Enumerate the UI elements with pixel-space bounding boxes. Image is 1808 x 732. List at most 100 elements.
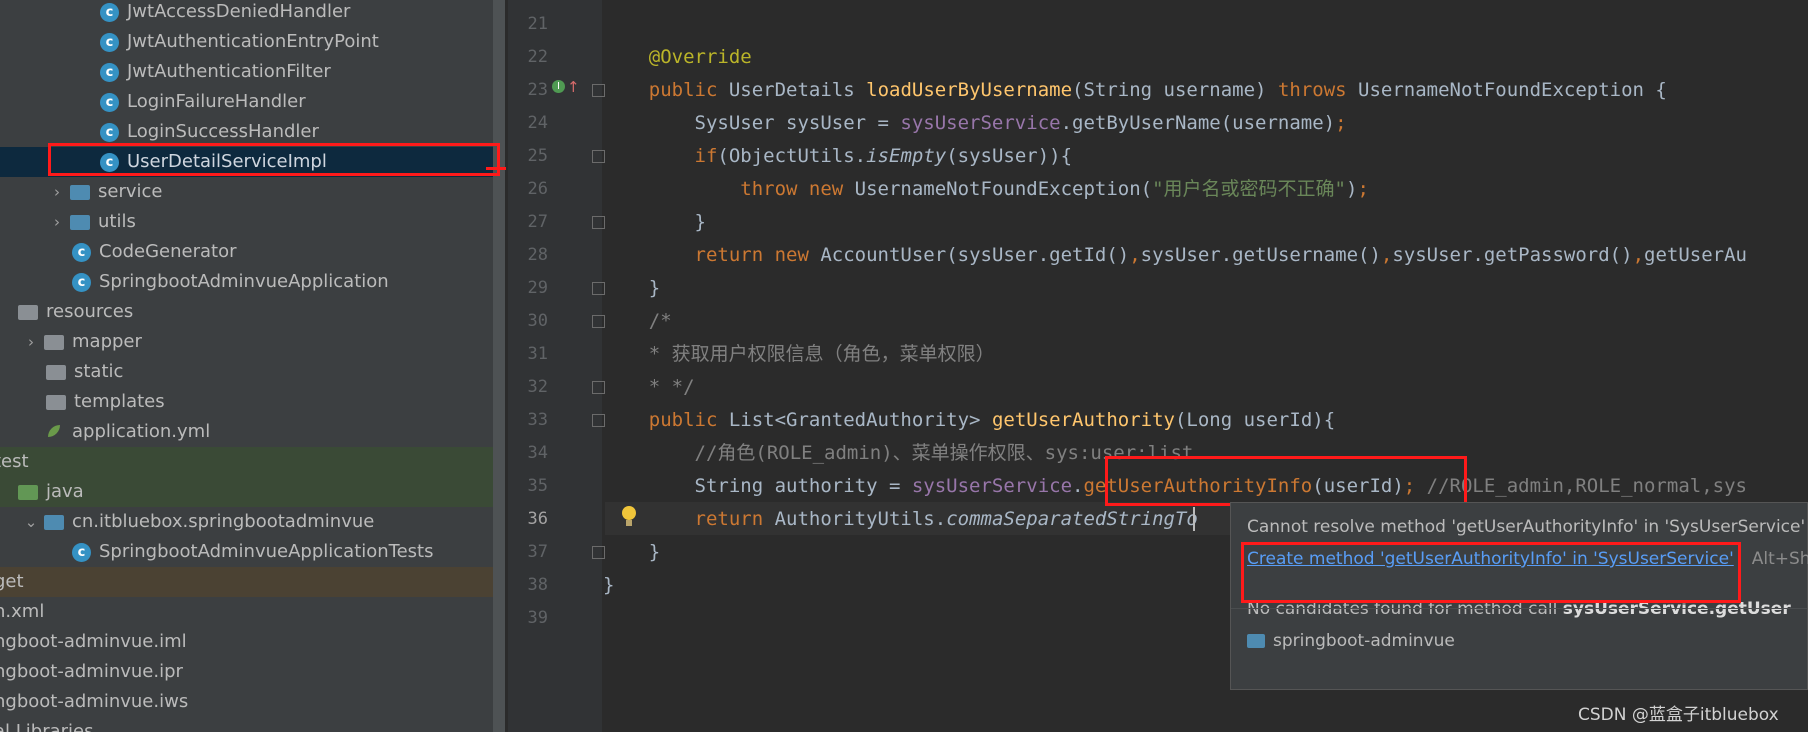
expand-arrow-icon[interactable]: ›: [50, 207, 64, 237]
tree-row[interactable]: ngboot-adminvue.iws: [0, 687, 505, 717]
line-number[interactable]: 32: [508, 371, 548, 404]
code-line[interactable]: }: [603, 569, 614, 602]
line-number[interactable]: 26: [508, 173, 548, 206]
code-line[interactable]: * */: [603, 371, 695, 404]
code-token: UsernameNotFoundException {: [1358, 79, 1667, 101]
code-line[interactable]: public List<GrantedAuthority> getUserAut…: [603, 404, 1335, 437]
expand-arrow-icon[interactable]: ⌄: [24, 507, 38, 537]
implements-method-icon[interactable]: I: [552, 80, 565, 93]
code-line[interactable]: }: [603, 272, 660, 305]
line-number[interactable]: 35: [508, 470, 548, 503]
error-message: Cannot resolve method 'getUserAuthorityI…: [1247, 517, 1806, 537]
code-line[interactable]: * 获取用户权限信息（角色，菜单权限）: [603, 338, 995, 371]
line-number[interactable]: 27: [508, 206, 548, 239]
class-icon: c: [100, 2, 119, 22]
class-icon: c: [72, 242, 91, 262]
fold-marker-icon[interactable]: [592, 84, 605, 97]
line-number[interactable]: 24: [508, 107, 548, 140]
line-number[interactable]: 36: [508, 503, 548, 536]
code-token: }: [603, 211, 706, 233]
tree-row-label: LoginFailureHandler: [127, 91, 306, 112]
tree-row[interactable]: java: [0, 477, 505, 507]
line-number[interactable]: 22: [508, 41, 548, 74]
line-number[interactable]: 28: [508, 239, 548, 272]
line-number[interactable]: 34: [508, 437, 548, 470]
resources-folder-icon: [18, 304, 38, 320]
tree-row-label: SpringbootAdminvueApplication: [99, 271, 389, 292]
line-number[interactable]: 33: [508, 404, 548, 437]
code-line[interactable]: public UserDetails loadUserByUsername(St…: [603, 74, 1667, 107]
tree-row-label: JwtAuthenticationEntryPoint: [127, 31, 379, 52]
project-tree-scrollbar[interactable]: [493, 0, 505, 732]
highlight-box-unresolved-method: [1105, 456, 1467, 506]
tree-row[interactable]: static: [0, 357, 505, 387]
code-line[interactable]: @Override: [603, 41, 752, 74]
code-line[interactable]: }: [603, 206, 706, 239]
expand-arrow-icon[interactable]: ›: [24, 327, 38, 357]
code-line[interactable]: /*: [603, 305, 672, 338]
tree-row[interactable]: get: [0, 567, 505, 597]
code-token: sysUserService: [911, 475, 1073, 497]
line-number[interactable]: 38: [508, 569, 548, 602]
code-line[interactable]: if(ObjectUtils.isEmpty(sysUser)){: [603, 140, 1073, 173]
tree-row[interactable]: n.xml: [0, 597, 505, 627]
tree-row[interactable]: › service: [0, 177, 505, 207]
code-line[interactable]: throw new UsernameNotFoundException("用户名…: [603, 173, 1369, 206]
code-token: ;: [1357, 178, 1369, 200]
tree-row-label: al Libraries: [0, 721, 94, 732]
action-shortcut: Alt+Sh: [1751, 549, 1808, 569]
fold-marker-icon[interactable]: [592, 315, 605, 328]
code-token: * */: [648, 376, 695, 398]
code-token: (Long userId){: [1174, 409, 1336, 431]
code-token: ): [1345, 178, 1358, 200]
package-folder-icon: [70, 214, 90, 230]
code-token: ,: [1380, 244, 1393, 266]
tree-row[interactable]: application.yml: [0, 417, 505, 447]
tree-row[interactable]: templates: [0, 387, 505, 417]
package-folder-icon: [44, 514, 64, 530]
tree-row[interactable]: c SpringbootAdminvueApplicationTests: [0, 537, 505, 567]
tree-row[interactable]: al Libraries: [0, 717, 505, 732]
fold-marker-icon[interactable]: [592, 150, 605, 163]
tree-row[interactable]: resources: [0, 297, 505, 327]
code-line[interactable]: return new AccountUser(sysUser.getId(),s…: [603, 239, 1747, 272]
tree-row[interactable]: ngboot-adminvue.iml: [0, 627, 505, 657]
highlight-box-create-method: [1241, 542, 1741, 603]
line-number[interactable]: 21: [508, 8, 548, 41]
tree-row[interactable]: ngboot-adminvue.ipr: [0, 657, 505, 687]
module-row[interactable]: springboot-adminvue: [1247, 625, 1455, 657]
code-line[interactable]: }: [603, 536, 660, 569]
code-line[interactable]: SysUser sysUser = sysUserService.getByUs…: [603, 107, 1347, 140]
tree-row[interactable]: › mapper: [0, 327, 505, 357]
code-token: String authority =: [603, 475, 912, 497]
line-number[interactable]: 31: [508, 338, 548, 371]
tree-row[interactable]: ⌄ cn.itbluebox.springbootadminvue: [0, 507, 505, 537]
tree-row[interactable]: c LoginFailureHandler: [0, 87, 505, 117]
line-number[interactable]: 30: [508, 305, 548, 338]
line-number[interactable]: 23: [508, 74, 548, 107]
line-number[interactable]: 25: [508, 140, 548, 173]
code-token: sysUserService: [900, 112, 1061, 134]
tree-row[interactable]: c SpringbootAdminvueApplication: [0, 267, 505, 297]
fold-marker-icon[interactable]: [592, 381, 605, 394]
watermark: CSDN @蓝盒子itbluebox: [1578, 705, 1779, 725]
fold-marker-icon[interactable]: [592, 216, 605, 229]
code-line[interactable]: return AuthorityUtils.commaSeparatedStri…: [603, 503, 1198, 536]
code-token: (ObjectUtils.: [717, 145, 867, 167]
expand-arrow-icon[interactable]: ›: [50, 177, 64, 207]
tree-row[interactable]: c CodeGenerator: [0, 237, 505, 267]
line-number[interactable]: 37: [508, 536, 548, 569]
tree-row[interactable]: › utils: [0, 207, 505, 237]
line-number[interactable]: 29: [508, 272, 548, 305]
tree-row[interactable]: test: [0, 447, 505, 477]
line-number[interactable]: 39: [508, 602, 548, 635]
tree-row[interactable]: c JwtAuthenticationEntryPoint: [0, 27, 505, 57]
tree-row[interactable]: c JwtAuthenticationFilter: [0, 57, 505, 87]
override-arrow-icon[interactable]: ↑: [567, 78, 580, 96]
fold-marker-icon[interactable]: [592, 282, 605, 295]
fold-marker-icon[interactable]: [592, 546, 605, 559]
tree-row[interactable]: c JwtAccessDeniedHandler: [0, 0, 505, 27]
fold-marker-icon[interactable]: [592, 414, 605, 427]
